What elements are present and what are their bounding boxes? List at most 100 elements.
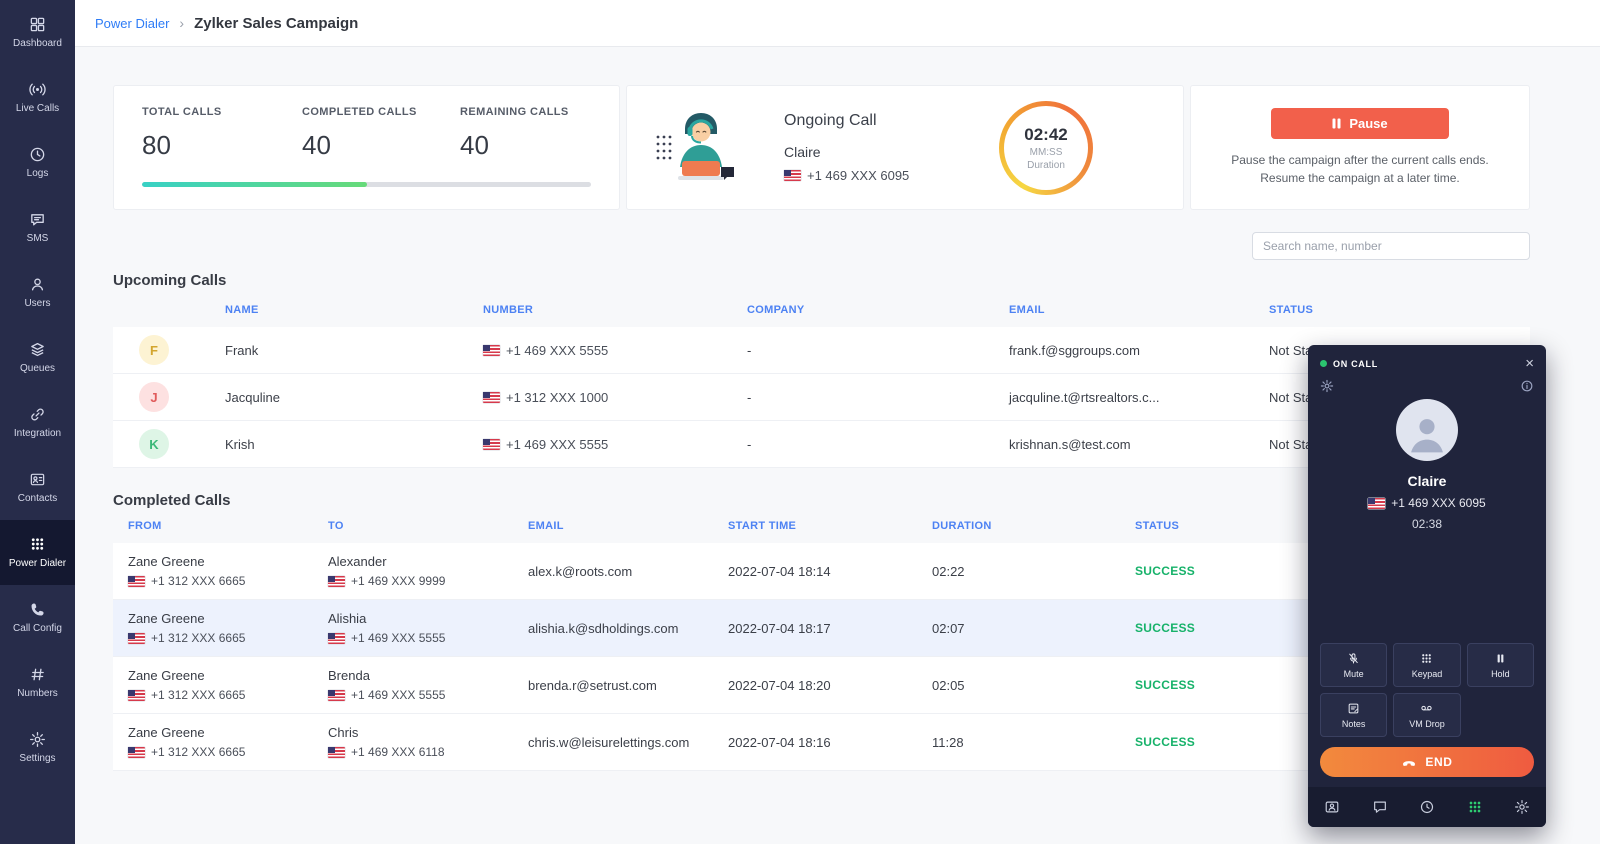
dialpad-icon[interactable] <box>1467 799 1483 815</box>
campaign-progress-bar <box>142 182 591 187</box>
column-header: STATUS <box>1269 304 1530 316</box>
remaining-calls-value: 40 <box>460 130 569 161</box>
us-flag-icon <box>328 690 345 701</box>
keypad-icon <box>1420 652 1433 665</box>
sidebar-item-power-dialer[interactable]: Power Dialer <box>0 520 75 585</box>
widget-settings-icon[interactable] <box>1320 379 1334 393</box>
settings-icon <box>29 731 46 748</box>
avatar: K <box>139 429 169 459</box>
us-flag-icon <box>784 170 801 181</box>
logs-icon <box>29 146 46 163</box>
avatar: F <box>139 335 169 365</box>
queues-icon <box>29 341 46 358</box>
us-flag-icon <box>128 576 145 587</box>
total-calls-value: 80 <box>142 130 302 161</box>
progress-fill <box>142 182 367 187</box>
us-flag-icon <box>328 633 345 644</box>
chat-icon[interactable] <box>1372 799 1388 815</box>
sidebar-item-label: Integration <box>14 428 61 439</box>
users-icon <box>29 276 46 293</box>
call-duration-value: 02:42 <box>1024 125 1067 145</box>
mute-button[interactable]: Mute <box>1320 643 1387 687</box>
us-flag-icon <box>1368 498 1385 509</box>
contacts-icon <box>29 471 46 488</box>
person-silhouette-icon <box>1405 412 1449 456</box>
sidebar-item-integration[interactable]: Integration <box>0 390 75 455</box>
completed-calls-stat: COMPLETED CALLS 40 <box>302 106 460 209</box>
hold-button[interactable]: Hold <box>1467 643 1534 687</box>
sidebar-item-queues[interactable]: Queues <box>0 325 75 390</box>
sidebar-item-label: Contacts <box>18 493 57 504</box>
sidebar-item-logs[interactable]: Logs <box>0 130 75 195</box>
page-title: Zylker Sales Campaign <box>194 15 358 32</box>
pause-button[interactable]: Pause <box>1271 108 1449 139</box>
column-header: START TIME <box>713 520 917 532</box>
call-config-icon <box>29 601 46 618</box>
end-call-icon <box>1401 754 1417 770</box>
keypad-button[interactable]: Keypad <box>1393 643 1460 687</box>
pause-icon <box>1332 118 1341 129</box>
column-header: EMAIL <box>1009 304 1269 316</box>
total-calls-label: TOTAL CALLS <box>142 106 302 118</box>
sidebar-item-label: Users <box>24 298 50 309</box>
ongoing-call-title: Ongoing Call <box>784 112 909 130</box>
call-widget: ON CALL × Claire +1 469 XXX 6095 02:38 M… <box>1308 345 1546 827</box>
search-input[interactable] <box>1252 232 1530 260</box>
column-header: COMPANY <box>747 304 1009 316</box>
info-icon[interactable] <box>1520 379 1534 393</box>
call-timer: 02:38 <box>1308 517 1546 531</box>
power-dialer-icon <box>29 536 46 553</box>
top-bar: Power Dialer › Zylker Sales Campaign <box>75 0 1600 47</box>
dashboard-icon <box>29 16 46 33</box>
gear-icon[interactable] <box>1514 799 1530 815</box>
sidebar-item-label: Dashboard <box>13 38 62 49</box>
numbers-icon <box>29 666 46 683</box>
completed-calls-value: 40 <box>302 130 460 161</box>
notes-icon <box>1347 702 1360 715</box>
caller-avatar <box>1396 399 1458 461</box>
mute-icon <box>1347 652 1360 665</box>
history-icon[interactable] <box>1419 799 1435 815</box>
sidebar-item-settings[interactable]: Settings <box>0 715 75 780</box>
end-call-button[interactable]: END <box>1320 747 1534 777</box>
sidebar-item-label: Logs <box>27 168 49 179</box>
sidebar-item-numbers[interactable]: Numbers <box>0 650 75 715</box>
sidebar-item-label: Call Config <box>13 623 62 634</box>
sidebar: Dashboard Live Calls Logs SMS Users Queu… <box>0 0 75 844</box>
column-header: NUMBER <box>483 304 747 316</box>
sidebar-item-sms[interactable]: SMS <box>0 195 75 260</box>
sidebar-item-users[interactable]: Users <box>0 260 75 325</box>
total-calls-stat: TOTAL CALLS 80 <box>142 106 302 209</box>
us-flag-icon <box>483 392 500 403</box>
sidebar-item-call-config[interactable]: Call Config <box>0 585 75 650</box>
us-flag-icon <box>483 439 500 450</box>
us-flag-icon <box>328 747 345 758</box>
column-header: EMAIL <box>513 520 713 532</box>
sidebar-item-label: Settings <box>19 753 55 764</box>
notes-button[interactable]: Notes <box>1320 693 1387 737</box>
on-call-status-dot <box>1320 360 1327 367</box>
caller-name: Claire <box>1308 473 1546 489</box>
live-calls-icon <box>29 81 46 98</box>
breadcrumb-parent[interactable]: Power Dialer <box>95 16 169 31</box>
completed-calls-label: COMPLETED CALLS <box>302 106 460 118</box>
sidebar-item-label: SMS <box>27 233 49 244</box>
sms-icon <box>29 211 46 228</box>
ongoing-call-number: +1 469 XXX 6095 <box>807 168 909 183</box>
sidebar-item-label: Numbers <box>17 688 58 699</box>
sidebar-item-dashboard[interactable]: Dashboard <box>0 0 75 65</box>
ongoing-call-card: Ongoing Call Claire +1 469 XXX 6095 02:4… <box>626 85 1184 210</box>
column-header: TO <box>313 520 513 532</box>
upcoming-calls-header: NAME NUMBER COMPANY EMAIL STATUS <box>113 293 1530 327</box>
close-icon[interactable]: × <box>1525 356 1534 371</box>
pause-campaign-card: Pause Pause the campaign after the curre… <box>1190 85 1530 210</box>
vm-drop-button[interactable]: VM Drop <box>1393 693 1460 737</box>
sidebar-item-live-calls[interactable]: Live Calls <box>0 65 75 130</box>
call-duration-ring: 02:42 MM:SS Duration <box>999 101 1093 195</box>
column-header: NAME <box>225 304 483 316</box>
column-header: DURATION <box>917 520 1120 532</box>
sidebar-item-contacts[interactable]: Contacts <box>0 455 75 520</box>
call-status-label: ON CALL <box>1333 359 1378 369</box>
contact-card-icon[interactable] <box>1324 799 1340 815</box>
remaining-calls-stat: REMAINING CALLS 40 <box>460 106 569 209</box>
